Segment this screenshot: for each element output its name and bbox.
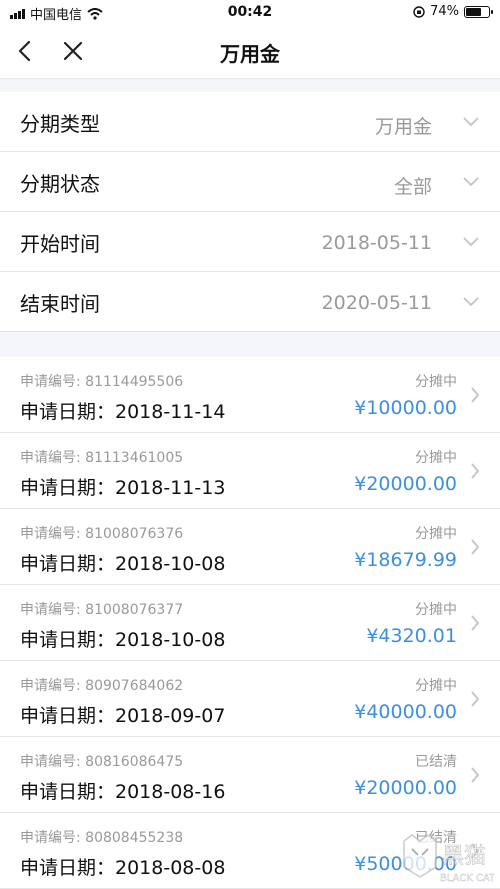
amount: ¥18679.99 (354, 549, 457, 571)
status-label: 分摊中 (415, 526, 457, 542)
application-number: 申请编号: 81008076377 (20, 602, 184, 618)
application-number: 申请编号: 80816086475 (20, 754, 184, 770)
filter-installment-type[interactable]: 分期类型 万用金 (0, 92, 500, 152)
filter-installment-status[interactable]: 分期状态 全部 (0, 152, 500, 212)
chevron-right-icon (471, 615, 480, 631)
svg-text:黑猫: 黑猫 (442, 844, 486, 869)
application-number: 申请编号: 81113461005 (20, 450, 184, 466)
chevron-right-icon (471, 463, 480, 479)
status-label: 分摊中 (415, 602, 457, 618)
application-date: 申请日期：2018-08-16 (20, 781, 226, 803)
amount: ¥10000.00 (354, 397, 457, 419)
installment-list: 申请编号: 81114495506 申请日期：2018-11-14 分摊中 ¥1… (0, 357, 500, 889)
battery-fill (466, 7, 481, 16)
list-item[interactable]: 申请编号: 81008076377 申请日期：2018-10-08 分摊中 ¥4… (0, 585, 500, 661)
amount: ¥40000.00 (354, 701, 457, 723)
application-number: 申请编号: 80808455238 (20, 830, 184, 846)
filter-start-date[interactable]: 开始时间 2018-05-11 (0, 212, 500, 272)
application-number: 申请编号: 81114495506 (20, 374, 184, 390)
black-cat-watermark-logo: 黑猫 BLACK CAT (403, 834, 494, 884)
chevron-right-icon (471, 767, 480, 783)
filter-label: 结束时间 (20, 292, 100, 316)
battery-percent: 74% (430, 4, 459, 19)
status-label: 分摊中 (415, 374, 457, 390)
chevron-right-icon (471, 539, 480, 555)
status-right: 74% (413, 4, 493, 19)
list-item[interactable]: 申请编号: 80907684062 申请日期：2018-09-07 分摊中 ¥4… (0, 661, 500, 737)
battery-icon (464, 5, 493, 18)
status-label: 已结清 (415, 754, 457, 770)
application-date: 申请日期：2018-08-08 (20, 857, 226, 879)
chevron-down-icon (463, 117, 479, 127)
application-date: 申请日期：2018-11-14 (20, 401, 226, 423)
application-date: 申请日期：2018-10-08 (20, 553, 226, 575)
list-item[interactable]: 申请编号: 80816086475 申请日期：2018-08-16 已结清 ¥2… (0, 737, 500, 813)
list-item[interactable]: 申请编号: 81008076376 申请日期：2018-10-08 分摊中 ¥1… (0, 509, 500, 585)
chevron-down-icon (463, 177, 479, 187)
list-item[interactable]: 申请编号: 81113461005 申请日期：2018-11-13 分摊中 ¥2… (0, 433, 500, 509)
filter-label: 分期状态 (20, 172, 100, 196)
status-label: 分摊中 (415, 450, 457, 466)
svg-text:BLACK CAT: BLACK CAT (440, 873, 494, 884)
filter-value: 2020-05-11 (321, 292, 432, 314)
application-date: 申请日期：2018-11-13 (20, 477, 226, 499)
nav-bar: 万用金 (0, 24, 500, 79)
amount: ¥4320.01 (366, 625, 457, 647)
chevron-down-icon (463, 237, 479, 247)
amount: ¥20000.00 (354, 777, 457, 799)
status-bar: 中国电信 00:42 74% (0, 0, 500, 24)
page-title: 万用金 (220, 42, 280, 66)
orientation-lock-icon (413, 5, 425, 18)
status-label: 分摊中 (415, 678, 457, 694)
amount: ¥20000.00 (354, 473, 457, 495)
list-item[interactable]: 申请编号: 81114495506 申请日期：2018-11-14 分摊中 ¥1… (0, 357, 500, 433)
filter-label: 开始时间 (20, 232, 100, 256)
application-date: 申请日期：2018-10-08 (20, 629, 226, 651)
filter-panel: 分期类型 万用金 分期状态 全部 开始时间 2018-05-11 结束时间 20… (0, 92, 500, 332)
filter-label: 分期类型 (20, 112, 100, 136)
filter-value: 2018-05-11 (321, 232, 432, 254)
filter-value: 万用金 (374, 116, 432, 138)
chevron-right-icon (471, 387, 480, 403)
application-date: 申请日期：2018-09-07 (20, 705, 226, 727)
filter-end-date[interactable]: 结束时间 2020-05-11 (0, 272, 500, 332)
chevron-down-icon (463, 297, 479, 307)
filter-value: 全部 (393, 176, 432, 198)
chevron-right-icon (471, 691, 480, 707)
application-number: 申请编号: 81008076376 (20, 526, 184, 542)
application-number: 申请编号: 80907684062 (20, 678, 184, 694)
